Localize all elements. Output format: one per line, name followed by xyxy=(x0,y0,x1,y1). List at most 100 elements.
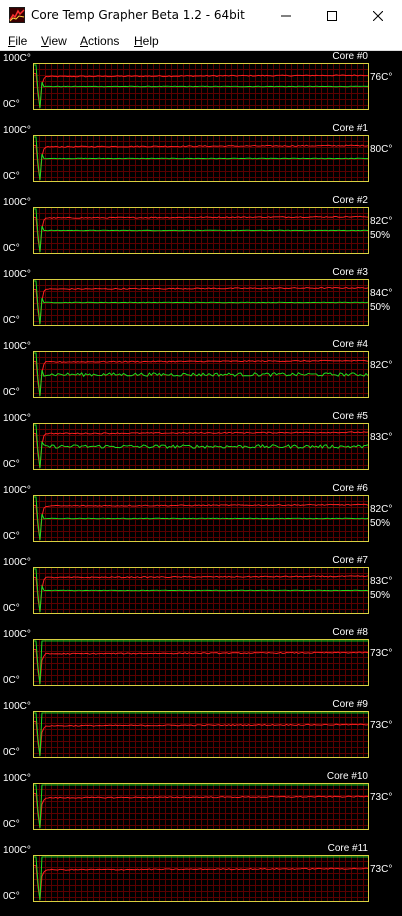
axis-min-label: 0C° xyxy=(3,603,20,614)
axis-max-label: 100C° xyxy=(3,341,31,352)
core-graph-11: 100C° 0C° Core #11 73C° xyxy=(0,843,402,915)
window-title: Core Temp Grapher Beta 1.2 - 64bit xyxy=(31,8,245,22)
core-plot xyxy=(33,495,369,542)
temperature-series-line xyxy=(34,73,368,109)
menu-actions-label: ctions xyxy=(88,34,120,48)
core-title: Core #11 xyxy=(327,843,368,854)
menu-help-accelerator: H xyxy=(134,34,143,48)
temperature-series-line xyxy=(34,431,369,469)
core-plot xyxy=(33,639,369,686)
temperature-series-line xyxy=(34,721,369,757)
axis-min-label: 0C° xyxy=(3,747,20,758)
menu-help[interactable]: Help xyxy=(134,31,159,51)
core-plot xyxy=(33,135,369,182)
core-title: Core #9 xyxy=(332,699,368,710)
axis-max-label: 100C° xyxy=(3,269,31,280)
core-temperature-readout: 84C° xyxy=(370,288,393,299)
app-window: Core Temp Grapher Beta 1.2 - 64bit File … xyxy=(0,0,402,916)
core-plot-svg xyxy=(34,568,369,613)
core-plot-svg xyxy=(34,640,369,685)
maximize-button[interactable] xyxy=(309,0,355,31)
core-plot xyxy=(33,711,369,758)
core-graph-5: 100C° 0C° Core #5 83C° xyxy=(0,411,402,483)
core-load-readout: 50% xyxy=(370,518,391,529)
temperature-series-line xyxy=(34,793,369,829)
maximize-icon xyxy=(327,10,337,21)
core-title: Core #8 xyxy=(332,627,368,638)
core-graph-4: 100C° 0C° Core #4 82C° xyxy=(0,339,402,411)
core-temperature-readout: 80C° xyxy=(370,144,393,155)
menu-help-label: elp xyxy=(142,34,159,48)
title-bar[interactable]: Core Temp Grapher Beta 1.2 - 64bit xyxy=(0,0,402,31)
core-plot xyxy=(33,423,369,470)
load-series-line xyxy=(34,424,369,469)
core-temperature-readout: 73C° xyxy=(370,720,393,731)
core-plot-svg xyxy=(34,424,369,469)
load-series-line xyxy=(34,568,369,613)
core-graph-7: 100C° 0C° Core #7 83C° 50% xyxy=(0,555,402,627)
menu-view[interactable]: View xyxy=(41,31,67,51)
core-plot xyxy=(33,783,369,830)
core-title: Core #10 xyxy=(326,771,368,782)
core-graph-2: 100C° 0C° Core #2 82C° 50% xyxy=(0,195,402,267)
core-temperature-readout: 83C° xyxy=(370,576,393,587)
core-graph-3: 100C° 0C° Core #3 84C° 50% xyxy=(0,267,402,339)
core-temperature-readout: 73C° xyxy=(370,792,393,803)
axis-max-label: 100C° xyxy=(3,701,31,712)
core-graph-8: 100C° 0C° Core #8 73C° xyxy=(0,627,402,699)
axis-max-label: 100C° xyxy=(3,629,31,640)
core-plot xyxy=(33,279,369,326)
core-plot xyxy=(33,63,369,110)
load-series-line xyxy=(34,856,368,901)
core-plot-svg xyxy=(34,352,369,397)
temperature-series-line xyxy=(34,575,369,613)
axis-max-label: 100C° xyxy=(3,557,31,568)
core-title: Core #2 xyxy=(332,195,368,206)
close-button[interactable] xyxy=(355,0,401,31)
core-plot-svg xyxy=(34,712,369,757)
axis-max-label: 100C° xyxy=(3,53,31,64)
load-series-line xyxy=(34,352,369,397)
axis-min-label: 0C° xyxy=(3,675,20,686)
axis-min-label: 0C° xyxy=(3,531,20,542)
load-series-line xyxy=(34,64,368,109)
menu-bar: File View Actions Help xyxy=(0,31,402,51)
core-plot-svg xyxy=(34,856,369,901)
core-plot xyxy=(33,207,369,254)
load-series-line xyxy=(34,496,369,541)
axis-min-label: 0C° xyxy=(3,99,20,110)
temperature-series-line xyxy=(34,503,369,541)
core-plot xyxy=(33,351,369,398)
load-series-line xyxy=(34,280,369,325)
temperature-series-line xyxy=(34,865,369,901)
core-title: Core #6 xyxy=(332,483,368,494)
close-icon xyxy=(373,10,383,21)
minimize-button[interactable] xyxy=(263,0,309,31)
menu-view-label: iew xyxy=(48,34,67,48)
axis-min-label: 0C° xyxy=(3,387,20,398)
load-series-line xyxy=(34,640,368,685)
core-title: Core #7 xyxy=(332,555,368,566)
axis-min-label: 0C° xyxy=(3,315,20,326)
axis-min-label: 0C° xyxy=(3,819,20,830)
core-load-readout: 50% xyxy=(370,302,391,313)
core-temperature-readout: 82C° xyxy=(370,360,393,371)
axis-min-label: 0C° xyxy=(3,171,20,182)
core-graph-1: 100C° 0C° Core #1 80C° xyxy=(0,123,402,195)
core-plot xyxy=(33,567,369,614)
load-series-line xyxy=(34,784,368,829)
axis-min-label: 0C° xyxy=(3,459,20,470)
temperature-series-line xyxy=(34,649,369,685)
menu-actions[interactable]: Actions xyxy=(80,31,119,51)
core-graph-9: 100C° 0C° Core #9 73C° xyxy=(0,699,402,771)
core-load-readout: 50% xyxy=(370,590,391,601)
load-series-line xyxy=(34,208,369,253)
load-series-line xyxy=(34,136,368,181)
core-plot-svg xyxy=(34,64,368,109)
menu-file[interactable]: File xyxy=(8,31,27,51)
app-thermometer-icon xyxy=(9,7,25,23)
axis-max-label: 100C° xyxy=(3,845,31,856)
menu-actions-accelerator: A xyxy=(80,34,89,48)
temperature-series-line xyxy=(34,359,369,397)
core-graphs-area: 100C° 0C° Core #0 76C° 100C° 0C° Core #1 80C° 10… xyxy=(0,51,402,916)
